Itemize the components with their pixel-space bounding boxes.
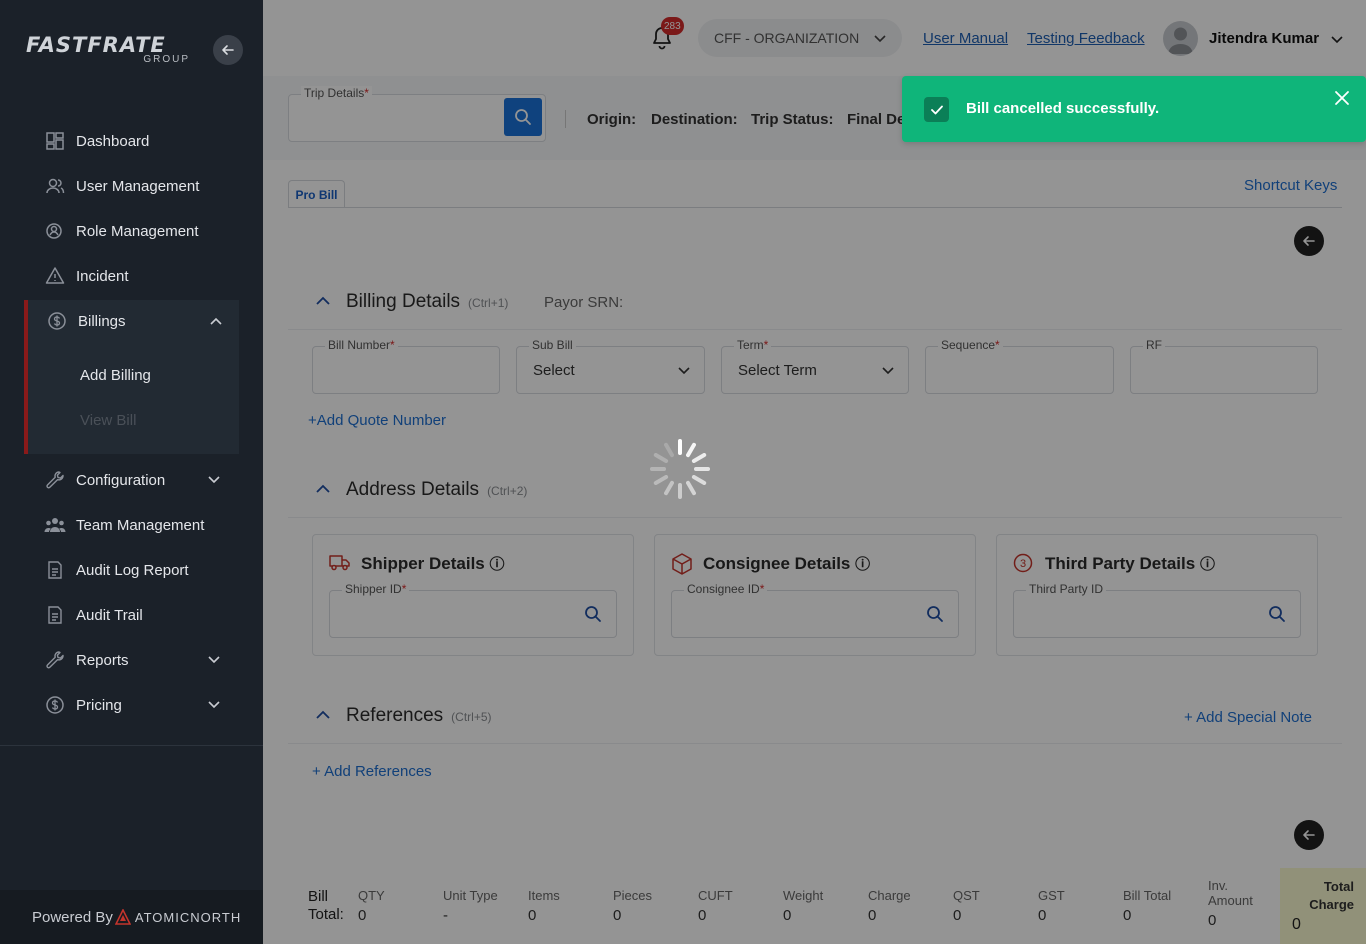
sidebar-item-dashboard[interactable]: Dashboard bbox=[44, 126, 234, 156]
sidebar-item-billings[interactable]: Billings bbox=[46, 306, 236, 336]
sidebar-item-label: Configuration bbox=[76, 471, 166, 489]
team-icon bbox=[44, 514, 66, 536]
report-icon bbox=[44, 559, 66, 581]
loading-spinner-icon bbox=[650, 439, 710, 499]
sidebar-item-label: Reports bbox=[76, 651, 129, 669]
sidebar-subitem-view-bill[interactable]: View Bill bbox=[80, 412, 136, 429]
role-icon bbox=[44, 220, 66, 242]
check-icon bbox=[924, 97, 949, 122]
atomicnorth-logo-icon bbox=[114, 909, 131, 925]
sidebar-item-role-management[interactable]: Role Management bbox=[44, 216, 234, 246]
sidebar-item-label: Role Management bbox=[76, 222, 199, 240]
warning-icon bbox=[44, 265, 66, 287]
sidebar-item-incident[interactable]: Incident bbox=[44, 261, 234, 291]
chevron-down-icon bbox=[208, 653, 220, 667]
toast-message: Bill cancelled successfully. bbox=[966, 100, 1160, 117]
sidebar-subitem-add-billing[interactable]: Add Billing bbox=[80, 367, 151, 384]
sidebar-item-label: Pricing bbox=[76, 696, 122, 714]
sidebar-item-label: User Management bbox=[76, 177, 200, 195]
sidebar-item-label: Audit Log Report bbox=[76, 561, 189, 579]
powered-by-brand: ATOMICNORTH bbox=[134, 909, 242, 925]
users-icon bbox=[44, 175, 66, 197]
sidebar-item-audit-log-report[interactable]: Audit Log Report bbox=[44, 555, 234, 585]
fastfrate-logo[interactable]: FASTFRATE GROUP bbox=[26, 34, 196, 70]
logo-text: FASTFRATE bbox=[26, 33, 166, 57]
sidebar-item-reports[interactable]: Reports bbox=[44, 645, 234, 675]
collapse-sidebar-button[interactable] bbox=[213, 35, 243, 65]
sidebar-item-label: Dashboard bbox=[76, 132, 150, 150]
arrow-left-icon bbox=[222, 45, 234, 55]
chevron-up-icon bbox=[210, 314, 222, 328]
dollar-icon bbox=[44, 694, 66, 716]
powered-by-label: Powered By bbox=[32, 908, 113, 926]
sidebar-item-label: Billings bbox=[78, 312, 126, 330]
dashboard-icon bbox=[44, 130, 66, 152]
chevron-down-icon bbox=[208, 473, 220, 487]
sidebar-divider bbox=[0, 745, 263, 746]
sidebar-item-label: Audit Trail bbox=[76, 606, 143, 624]
powered-by: Powered By ATOMICNORTH bbox=[0, 890, 263, 944]
sidebar-item-pricing[interactable]: Pricing bbox=[44, 690, 234, 720]
sidebar-item-label: Team Management bbox=[76, 516, 205, 534]
wrench-icon bbox=[44, 649, 66, 671]
sidebar-item-team-management[interactable]: Team Management bbox=[44, 510, 234, 540]
wrench-icon bbox=[44, 469, 66, 491]
sidebar-item-label: Incident bbox=[76, 267, 129, 285]
sidebar-item-user-management[interactable]: User Management bbox=[44, 171, 234, 201]
success-toast: Bill cancelled successfully. bbox=[902, 76, 1366, 142]
logo-subtext: GROUP bbox=[143, 54, 190, 65]
close-icon[interactable] bbox=[1334, 90, 1350, 111]
sidebar-item-audit-trail[interactable]: Audit Trail bbox=[44, 600, 234, 630]
dollar-icon bbox=[46, 310, 68, 332]
chevron-down-icon bbox=[208, 698, 220, 712]
report-icon bbox=[44, 604, 66, 626]
sidebar: FASTFRATE GROUP Dashboard User Managemen… bbox=[0, 0, 263, 944]
sidebar-item-configuration[interactable]: Configuration bbox=[44, 465, 234, 495]
